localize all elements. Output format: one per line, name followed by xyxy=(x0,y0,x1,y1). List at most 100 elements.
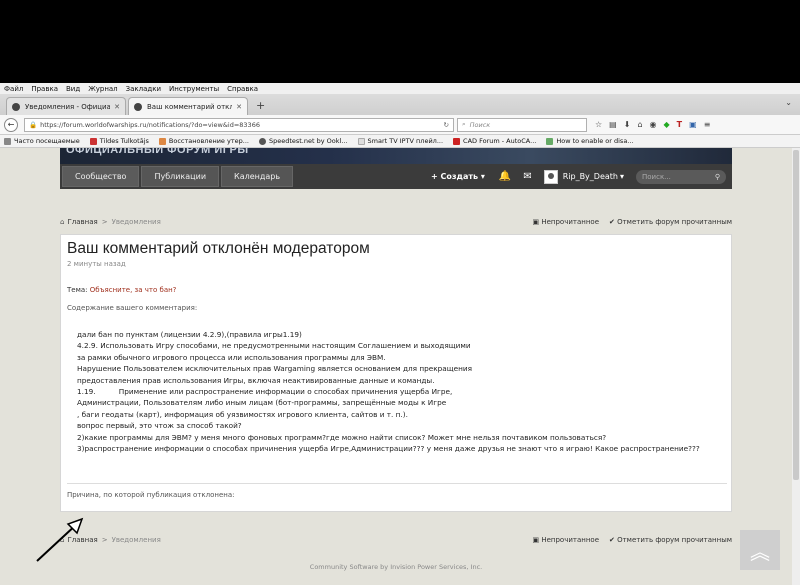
comment-line: дали бан по пунктам (лицензии 4.2.9),(пр… xyxy=(77,330,302,339)
search-placeholder: Поиск xyxy=(469,120,491,129)
site-search-placeholder: Поиск... xyxy=(642,172,671,181)
reason-label: Причина, по которой публикация отклонена… xyxy=(67,491,235,499)
new-tab-icon[interactable]: + xyxy=(256,99,265,112)
check-icon: ✔ xyxy=(609,536,618,544)
browser-menu-bar: Файл Правка Вид Журнал Закладки Инструме… xyxy=(0,83,800,94)
menu-tools[interactable]: Инструменты xyxy=(169,85,219,93)
bookmark-favicon-icon xyxy=(453,137,461,145)
bookmark-favicon-icon xyxy=(158,137,166,145)
topic-line: Тема: Объясните, за что бан? xyxy=(67,286,176,294)
comment-line: вопрос первый, это чтож за способ такой? xyxy=(77,421,242,431)
check-icon: ✔ xyxy=(609,218,618,226)
breadcrumb-current: Уведомления xyxy=(111,536,161,544)
comment-line: 4.2.9. Использовать Игру способами, не п… xyxy=(77,341,471,351)
unread-icon: ▣ xyxy=(532,536,542,544)
browser-tab-notifications[interactable]: Уведомления - Официальный ... ✕ xyxy=(6,97,126,115)
site-banner-title: ОФИЦИАЛЬНЫЙ ФОРУМ ИГРЫ xyxy=(66,148,249,156)
comment-line: предоставления прав использования Игры, … xyxy=(77,375,435,385)
annotation-arrow-icon xyxy=(36,517,84,562)
bookmark-item[interactable]: Smart TV IPTV плейл... xyxy=(357,137,443,145)
addon-globe-icon[interactable]: ◉ xyxy=(650,120,657,129)
user-menu[interactable]: Rip_By_Death ▾ xyxy=(543,169,624,184)
comment-line: за рамки обычного игрового процесса или … xyxy=(77,352,386,362)
mark-read-link[interactable]: ✔ Отметить форум прочитанным xyxy=(609,218,732,226)
menu-bookmarks[interactable]: Закладки xyxy=(126,85,161,93)
bookmark-favicon-icon xyxy=(546,137,554,145)
bookmark-star-icon[interactable]: ☆ xyxy=(595,120,602,129)
search-icon[interactable]: ⚲ xyxy=(715,173,720,181)
page-viewport: ОФИЦИАЛЬНЫЙ ФОРУМ ИГРЫ Сообщество Публик… xyxy=(0,148,792,585)
close-tab-icon[interactable]: ✕ xyxy=(236,103,242,111)
create-button[interactable]: + Создать ▾ xyxy=(431,172,485,181)
divider xyxy=(67,483,727,484)
timestamp: 2 минуты назад xyxy=(67,260,126,268)
comment-line: 1.19. Применение или распространение инф… xyxy=(77,387,453,397)
browser-tab-comment[interactable]: Ваш комментарий отклонё... ✕ xyxy=(128,97,248,115)
back-icon[interactable]: ← xyxy=(4,117,18,132)
lock-icon: 🔒 xyxy=(29,120,38,129)
menu-view[interactable]: Вид xyxy=(66,85,80,93)
search-icon: ⌕ xyxy=(462,120,466,128)
browser-search-input[interactable]: ⌕ Поиск xyxy=(457,117,587,132)
envelope-icon[interactable]: ✉ xyxy=(523,171,531,182)
tab-list-chevron-icon[interactable]: ⌄ xyxy=(785,98,792,107)
site-search-input[interactable]: Поиск... ⚲ xyxy=(636,169,726,184)
username: Rip_By_Death xyxy=(562,172,618,181)
tab-label: Ваш комментарий отклонё... xyxy=(147,102,232,111)
double-chevron-up-icon: ︽ xyxy=(750,539,770,564)
address-bar[interactable]: 🔒 https://forum.worldofwarships.ru/notif… xyxy=(24,117,454,132)
black-top-area xyxy=(0,0,800,83)
mark-read-link[interactable]: ✔ Отметить форум прочитанным xyxy=(609,536,732,544)
menu-edit[interactable]: Правка xyxy=(31,85,58,93)
footer-credit: Community Software by Invision Power Ser… xyxy=(309,563,483,571)
chevron-down-icon: ▾ xyxy=(619,172,624,181)
unread-link[interactable]: ▣ Непрочитанное xyxy=(532,536,599,544)
menu-hamburger-icon[interactable]: ≡ xyxy=(704,120,711,129)
reload-icon[interactable]: ↻ xyxy=(444,121,449,129)
bell-icon[interactable]: 🔔 xyxy=(499,171,511,182)
nav-community[interactable]: Сообщество xyxy=(62,166,140,187)
comment-line: 2)какие программы для ЭВМ? у меня много … xyxy=(77,432,607,442)
notification-card: Ваш комментарий отклонён модератором 2 м… xyxy=(60,234,732,512)
browser-nav-bar: ← 🔒 https://forum.worldofwarships.ru/not… xyxy=(0,115,800,135)
menu-file[interactable]: Файл xyxy=(4,85,23,93)
reading-list-icon[interactable]: ▤ xyxy=(609,120,617,129)
comment-line: 3)распространение информации о способах … xyxy=(77,444,700,454)
bookmark-item[interactable]: Восстановление утер... xyxy=(158,137,249,145)
nav-publications[interactable]: Публикации xyxy=(141,166,220,187)
addon-green-icon[interactable]: ◆ xyxy=(664,120,670,129)
bookmark-item[interactable]: Speedtest.net by Ookl... xyxy=(258,137,348,145)
page-title: Ваш комментарий отклонён модератором xyxy=(67,240,370,257)
home-icon: ⌂ xyxy=(60,218,65,226)
home-icon[interactable]: ⌂ xyxy=(637,120,642,129)
site-favicon-icon xyxy=(12,102,20,111)
close-tab-icon[interactable]: ✕ xyxy=(114,103,120,111)
comment-line: , баги геодаты (карт), информация об уяз… xyxy=(77,409,408,419)
topic-label: Тема: xyxy=(67,286,88,294)
bookmark-item[interactable]: Часто посещаемые xyxy=(4,137,80,145)
breadcrumb-separator: > xyxy=(101,536,108,544)
unread-icon: ▣ xyxy=(532,218,542,226)
breadcrumb-home[interactable]: Главная xyxy=(67,218,97,226)
site-nav-bar: Сообщество Публикации Календарь + Создат… xyxy=(60,164,732,189)
menu-help[interactable]: Справка xyxy=(227,85,258,93)
site-favicon-icon xyxy=(134,102,142,111)
comment-body: дали бан по пунктам (лицензии 4.2.9),(пр… xyxy=(77,329,717,454)
page-scrollbar[interactable] xyxy=(792,148,800,585)
topic-link[interactable]: Объясните, за что бан? xyxy=(90,286,177,294)
nav-calendar[interactable]: Календарь xyxy=(221,166,294,187)
bookmark-item[interactable]: CAD Forum - AutoCA... xyxy=(453,137,536,145)
avatar xyxy=(543,169,558,184)
breadcrumb-bottom: ⌂ Главная > Уведомления ▣ Непрочитанное … xyxy=(60,534,732,546)
addon-t-icon[interactable]: T xyxy=(677,120,682,129)
menu-history[interactable]: Журнал xyxy=(88,85,117,93)
browser-tab-bar: Уведомления - Официальный ... ✕ Ваш комм… xyxy=(0,94,800,115)
bookmark-item[interactable]: Tildes Tulkotājs xyxy=(89,137,149,145)
download-icon[interactable]: ⬇ xyxy=(624,120,631,129)
bookmark-item[interactable]: How to enable or disa... xyxy=(546,137,634,145)
site-banner: ОФИЦИАЛЬНЫЙ ФОРУМ ИГРЫ xyxy=(60,148,732,164)
addon-badge-icon[interactable]: ▣ xyxy=(689,120,697,129)
scrollbar-thumb[interactable] xyxy=(793,150,799,480)
bookmark-favicon-icon xyxy=(258,137,266,145)
unread-link[interactable]: ▣ Непрочитанное xyxy=(532,218,599,226)
